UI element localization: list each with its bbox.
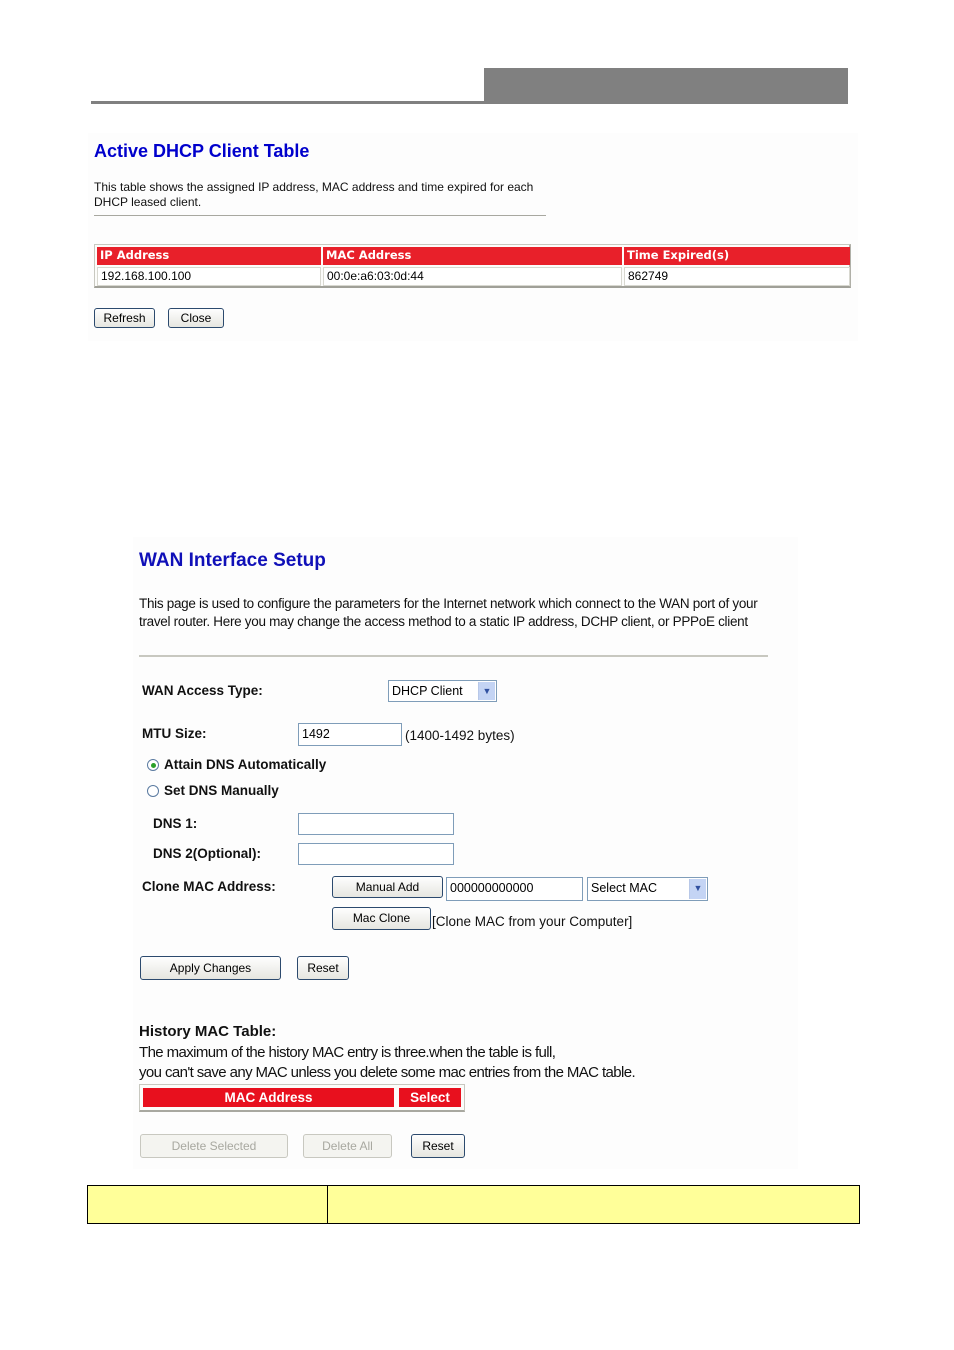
manual-add-button[interactable]: Manual Add [332,876,443,898]
dhcp-client-table: IP Address MAC Address Time Expired(s) 1… [94,244,851,288]
history-reset-button[interactable]: Reset [411,1134,465,1158]
column-header-ip: IP Address [97,247,321,265]
close-button[interactable]: Close [168,308,224,328]
table-divider [327,1186,328,1223]
page-title: WAN Interface Setup [139,550,326,571]
mac-clone-hint: [Clone MAC from your Computer] [432,914,633,929]
page-description: This page is used to configure the param… [139,596,758,629]
header-rule [91,101,484,104]
history-mac-title: History MAC Table: [139,1023,277,1040]
cell-ip: 192.168.100.100 [97,267,321,286]
mac-clone-button[interactable]: Mac Clone [332,907,431,930]
dhcp-client-panel: Active DHCP Client Table This table show… [88,133,858,341]
table-header-row: IP Address MAC Address Time Expired(s) [97,247,852,265]
column-header-mac: MAC Address [323,247,622,265]
dns2-label: DNS 2(Optional): [153,846,261,861]
column-header-mac: MAC Address [143,1088,394,1107]
divider [139,655,768,657]
clone-mac-label: Clone MAC Address: [142,879,276,894]
header-bar [484,68,848,104]
mtu-size-label: MTU Size: [142,726,207,741]
divider [94,215,546,216]
apply-changes-button[interactable]: Apply Changes [140,956,281,980]
column-header-select: Select [399,1088,461,1107]
cell-mac: 00:0e:a6:03:0d:44 [323,267,622,286]
wan-access-type-value: DHCP Client [392,684,463,698]
dns1-label: DNS 1: [153,816,198,831]
wan-access-type-select[interactable]: DHCP Client ▼ [388,680,497,702]
table-row: 192.168.100.100 00:0e:a6:03:0d:44 862749 [97,267,852,286]
mtu-size-input[interactable]: 1492 [298,723,402,746]
wan-setup-panel: WAN Interface Setup This page is used to… [133,537,798,1169]
attain-dns-auto-label: Attain DNS Automatically [164,757,327,772]
clone-mac-input[interactable]: 000000000000 [446,877,583,901]
reset-button[interactable]: Reset [297,956,349,980]
column-header-time: Time Expired(s) [624,247,850,265]
refresh-button[interactable]: Refresh [94,308,155,328]
set-dns-manual-radio[interactable] [147,785,159,797]
history-mac-description: The maximum of the history MAC entry is … [139,1043,636,1083]
history-mac-table: MAC Address Select [139,1084,465,1112]
chevron-down-icon: ▼ [689,879,706,899]
set-dns-manual-label: Set DNS Manually [164,783,279,798]
dns1-input[interactable] [298,813,454,835]
page-title: Active DHCP Client Table [94,141,310,161]
wan-access-type-label: WAN Access Type: [142,683,263,698]
cell-time-expired: 862749 [624,267,850,286]
history-mac-description-line1: The maximum of the history MAC entry is … [139,1044,556,1061]
description-table [87,1185,860,1224]
select-mac-value: Select MAC [591,881,657,895]
dns2-input[interactable] [298,843,454,865]
chevron-down-icon: ▼ [478,682,495,700]
delete-selected-button[interactable]: Delete Selected [140,1134,288,1158]
mtu-size-hint: (1400-1492 bytes) [405,728,515,743]
delete-all-button[interactable]: Delete All [303,1134,392,1158]
select-mac-dropdown[interactable]: Select MAC ▼ [587,877,708,901]
history-mac-description-line2: you can't save any MAC unless you delete… [139,1064,636,1081]
attain-dns-auto-radio[interactable] [147,759,159,771]
page-description: This table shows the assigned IP address… [94,180,534,209]
